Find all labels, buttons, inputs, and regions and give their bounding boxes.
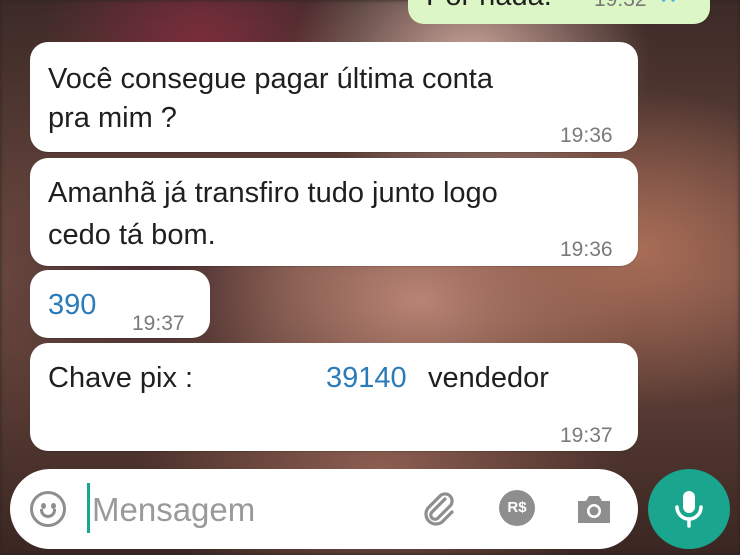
microphone-button[interactable] [648, 469, 730, 549]
message-composer: Mensagem R$ [10, 469, 638, 549]
sent-message-text: Por nada. [426, 0, 552, 13]
message-text-line: Você consegue pagar última conta [48, 63, 493, 95]
payment-icon[interactable]: R$ [499, 490, 535, 526]
message-bubble[interactable]: 390 19:37 [30, 270, 210, 338]
message-text-line: cedo tá bom. [48, 219, 216, 251]
message-input[interactable]: Mensagem [92, 491, 255, 529]
double-check-icon: ✓✓ [658, 0, 686, 10]
message-bubble[interactable]: Amanhã já transfiro tudo junto logo cedo… [30, 158, 638, 266]
message-time: 19:37 [560, 424, 613, 447]
microphone-icon [675, 491, 703, 528]
message-bubble[interactable]: Você consegue pagar última conta pra mim… [30, 42, 638, 152]
pix-key-link[interactable]: 39140 [326, 359, 407, 397]
message-time: 19:37 [132, 312, 185, 335]
pix-key-suffix: vendedor [428, 362, 549, 394]
message-text-line: Amanhã já transfiro tudo junto logo [48, 177, 498, 209]
amount-link[interactable]: 390 [48, 286, 96, 324]
message-time: 19:36 [560, 238, 613, 261]
pix-label: Chave pix : [48, 362, 194, 394]
message-bubble[interactable]: Chave pix : 39140 vendedor 19:37 [30, 343, 638, 451]
sent-message-time: 19:32 [594, 0, 647, 12]
emoji-icon[interactable] [30, 491, 66, 527]
message-time: 19:36 [560, 124, 613, 147]
paperclip-icon[interactable] [418, 487, 458, 527]
message-text-line: pra mim ? [48, 102, 177, 134]
sent-message-bubble[interactable]: Por nada. 19:32 ✓✓ [408, 0, 710, 24]
camera-icon[interactable] [574, 489, 614, 529]
text-cursor [87, 483, 90, 533]
